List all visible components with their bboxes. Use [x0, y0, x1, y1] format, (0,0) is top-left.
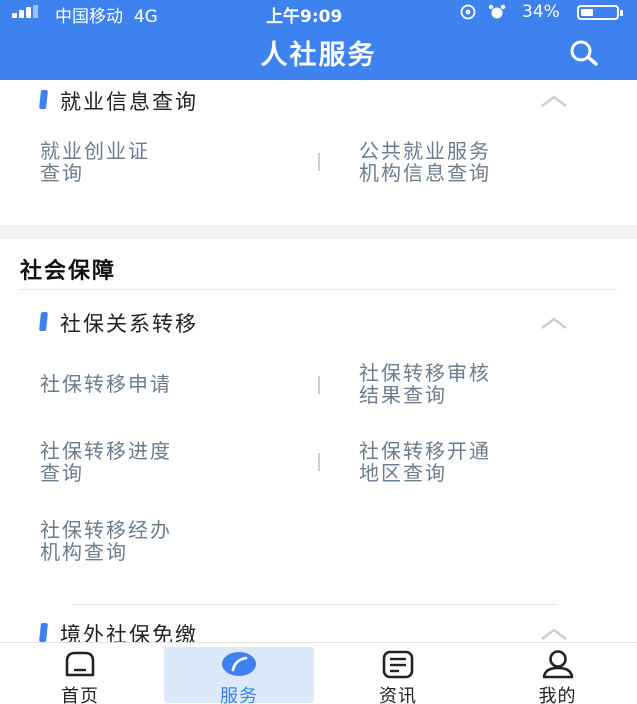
section-gap — [0, 225, 637, 239]
subsection-employment-info[interactable]: 就业信息查询 — [39, 86, 600, 114]
item-transfer-progress[interactable]: 社保转移进度 查询 — [40, 440, 172, 484]
tab-profile[interactable]: 我的 — [478, 643, 637, 704]
tab-label: 首页 — [61, 686, 99, 704]
network-label: 4G — [133, 7, 158, 27]
item-divider — [318, 453, 320, 471]
item-divider — [318, 153, 320, 171]
chevron-up-icon[interactable] — [540, 316, 568, 330]
tab-label: 资讯 — [379, 686, 417, 704]
search-icon[interactable] — [566, 38, 602, 68]
section-title-social-security: 社会保障 — [20, 259, 117, 284]
news-icon — [382, 650, 414, 679]
signal-icon — [12, 5, 46, 18]
orientation-alarm-icons — [460, 4, 506, 20]
service-leaf-icon — [222, 652, 256, 676]
status-bar: 中国移动 4G 上午9:09 34% — [0, 0, 637, 27]
chevron-up-icon[interactable] — [540, 627, 568, 641]
item-divider — [318, 376, 320, 394]
subsection-title: 就业信息查询 — [60, 90, 198, 114]
subsection-overseas-exemption[interactable]: 境外社保免缴 — [39, 619, 600, 642]
battery-percent: 34% — [522, 2, 560, 22]
subsection-title: 社保关系转移 — [60, 312, 198, 336]
subsection-marker — [39, 90, 48, 109]
item-transfer-apply[interactable]: 社保转移申请 — [40, 373, 172, 395]
item-transfer-agency-query[interactable]: 社保转移经办 机构查询 — [40, 519, 172, 563]
item-transfer-open-regions[interactable]: 社保转移开通 地区查询 — [359, 440, 491, 484]
tab-label: 我的 — [538, 686, 577, 704]
service-list[interactable]: 就业信息查询 就业创业证 查询 公共就业服务 机构信息查询 社会保障 社保关系转… — [0, 80, 637, 642]
tab-home[interactable]: 首页 — [0, 643, 160, 704]
page-title: 人社服务 — [260, 40, 377, 71]
bottom-tab-bar: 首页 服务 资讯 我的 — [0, 642, 637, 704]
item-public-employment-agency-query[interactable]: 公共就业服务 机构信息查询 — [359, 140, 491, 184]
subsection-marker — [39, 312, 48, 331]
app-header: 中国移动 4G 上午9:09 34% 人社服务 — [0, 0, 637, 80]
subsection-title: 境外社保免缴 — [60, 623, 198, 642]
subsection-marker — [39, 623, 48, 642]
carrier-label: 中国移动 4G — [55, 7, 158, 27]
item-employment-cert-query[interactable]: 就业创业证 查询 — [40, 140, 150, 184]
chevron-up-icon[interactable] — [540, 94, 568, 108]
item-transfer-review-result[interactable]: 社保转移审核 结果查询 — [359, 362, 491, 406]
profile-icon — [542, 650, 573, 679]
subsection-social-security-transfer[interactable]: 社保关系转移 — [39, 308, 600, 336]
tab-service[interactable]: 服务 — [164, 647, 314, 704]
tab-news[interactable]: 资讯 — [318, 643, 478, 704]
section-divider — [20, 289, 617, 290]
home-icon — [65, 651, 95, 677]
tab-label: 服务 — [220, 686, 258, 704]
clock: 上午9:09 — [266, 7, 343, 27]
subsection-divider — [72, 604, 557, 605]
battery-icon — [577, 5, 623, 20]
